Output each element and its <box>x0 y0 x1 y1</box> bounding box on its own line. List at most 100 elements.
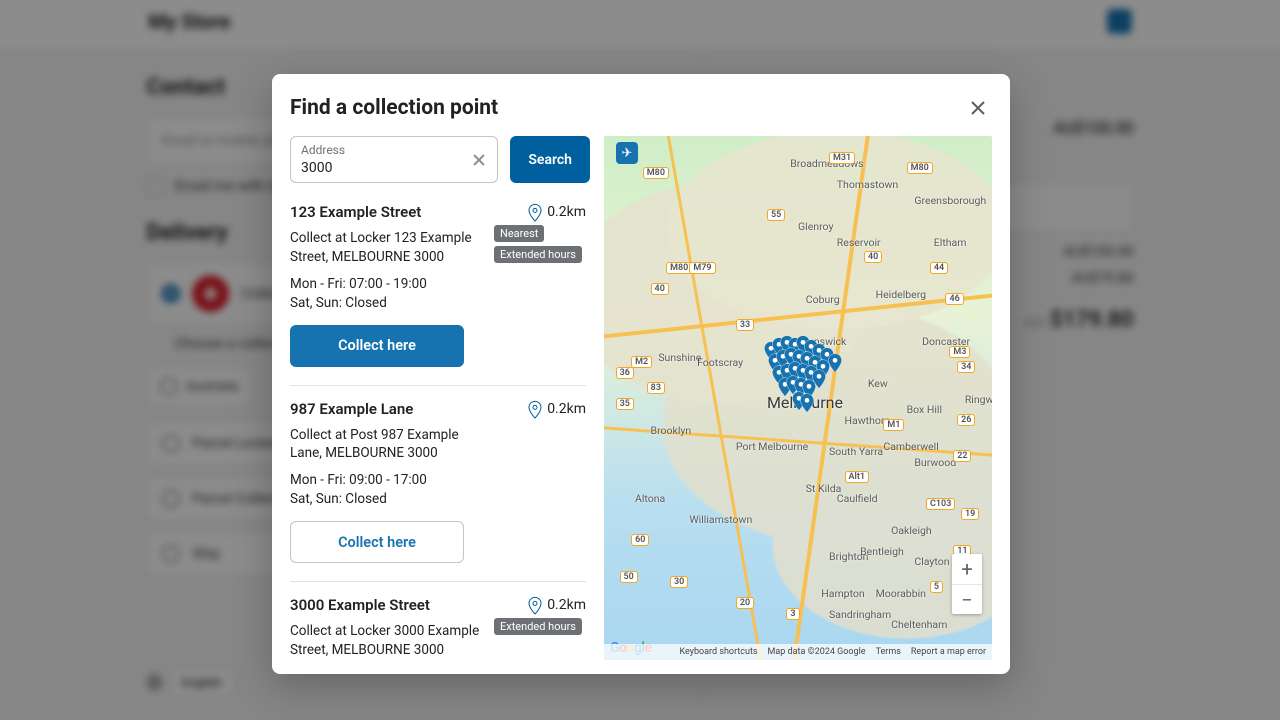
map-place-label: Burwood <box>914 456 956 469</box>
map-place-label: South Yarra <box>829 445 883 458</box>
map-highway-shield: 50 <box>620 571 638 583</box>
map-highway-shield: 20 <box>736 597 754 609</box>
map-highway-shield: 5 <box>930 581 943 593</box>
map-highway-shield: Alt1 <box>845 471 870 483</box>
map-highway-shield: 40 <box>651 283 669 295</box>
address-field[interactable]: Address <box>290 136 498 183</box>
result-hours: Mon - Fri: 07:00 - 19:00Sat, Sun: Closed <box>290 275 484 313</box>
collect-here-button[interactable]: Collect here <box>290 521 464 563</box>
modal-title: Find a collection point <box>290 96 498 120</box>
map-attribution: Map data ©2024 Google <box>768 647 866 657</box>
map-highway-shield: 3 <box>786 608 799 620</box>
map-place-label: Williamstown <box>689 513 752 526</box>
map-place-label: Cheltenham <box>891 618 947 631</box>
map-highway-shield: 35 <box>616 398 634 410</box>
map-highway-shield: M80 <box>643 167 669 179</box>
map-place-label: Sunshine <box>658 351 701 364</box>
address-input[interactable] <box>301 160 463 176</box>
map-place-label: Altona <box>635 492 665 505</box>
map-place-label: Caulfield <box>837 492 878 505</box>
map-place-label: Bentleigh <box>860 545 904 558</box>
result-hours: Mon - Fri: 09:00 - 17:00Sat, Sun: Closed <box>290 471 484 509</box>
map-place-label: Ringwood <box>965 393 992 406</box>
map-highway-shield: 26 <box>957 414 975 426</box>
result-title: 3000 Example Street <box>290 596 430 614</box>
map-highway-shield: 55 <box>767 209 785 221</box>
map-pin-cluster <box>763 335 873 415</box>
map-highway-shield: 22 <box>953 450 971 462</box>
map-highway-shield: 44 <box>930 262 948 274</box>
map-report-link[interactable]: Report a map error <box>911 647 986 657</box>
map-place-label: Reservoir <box>837 236 881 249</box>
map-place-label: Brooklyn <box>651 424 692 437</box>
map-highway-shield: 34 <box>957 361 975 373</box>
result-description: Collect at Post 987 Example Lane, MELBOU… <box>290 426 484 464</box>
map-highway-shield: 83 <box>647 382 665 394</box>
map-highway-shield: M79 <box>689 262 715 274</box>
tag-extended: Extended hours <box>494 246 582 263</box>
map-place-label: Box Hill <box>907 403 942 416</box>
result-item: 987 Example Lane 0.2km Collect at Post 9… <box>290 386 586 583</box>
map-place-label: Camberwell <box>883 440 938 453</box>
map-highway-shield: M1 <box>883 419 904 431</box>
map[interactable]: ✈ BroadmeadowsThomastownGreensboroughGle… <box>604 136 992 660</box>
map-highway-shield: 30 <box>670 576 688 588</box>
map-highway-shield: M80 <box>907 162 933 174</box>
map-place-label: St Kilda <box>806 482 842 495</box>
result-distance: 0.2km <box>527 596 586 614</box>
result-title: 987 Example Lane <box>290 400 413 418</box>
map-highway-shield: 33 <box>736 319 754 331</box>
collect-here-button[interactable]: Collect here <box>290 325 464 367</box>
tag-nearest: Nearest <box>494 225 544 242</box>
close-button[interactable] <box>964 94 992 122</box>
map-highway-shield: M2 <box>631 356 652 368</box>
map-highway-shield: 40 <box>864 251 882 263</box>
map-place-label: Port Melbourne <box>736 440 808 453</box>
map-highway-shield: 19 <box>961 508 979 520</box>
map-place-label: Hampton <box>821 587 864 600</box>
result-distance: 0.2km <box>527 400 586 418</box>
tag-extended: Extended hours <box>494 618 582 635</box>
map-highway-shield: 46 <box>945 293 963 305</box>
map-place-label: Eltham <box>934 236 967 249</box>
map-highway-shield: M31 <box>829 152 855 164</box>
map-terms-link[interactable]: Terms <box>876 647 901 657</box>
search-button[interactable]: Search <box>510 136 590 183</box>
location-pin-icon <box>527 596 543 614</box>
map-place-label: Coburg <box>806 293 840 306</box>
clear-address-button[interactable] <box>469 150 489 170</box>
map-place-label: Moorabbin <box>876 587 926 600</box>
keyboard-shortcuts-link[interactable]: Keyboard shortcuts <box>679 647 757 657</box>
location-pin-icon <box>527 203 543 221</box>
result-item: 3000 Example Street 0.2km Collect at Loc… <box>290 582 586 660</box>
map-highway-shield: M80 <box>666 262 692 274</box>
map-pin-icon[interactable] <box>799 393 815 415</box>
result-description: Collect at Locker 123 Example Street, ME… <box>290 229 484 267</box>
result-item: 123 Example Street 0.2km Collect at Lock… <box>290 199 586 386</box>
location-pin-icon <box>527 400 543 418</box>
collection-point-modal: Find a collection point Address Search 1… <box>272 74 1010 674</box>
results-panel: Address Search 123 Example Street 0.2km … <box>290 136 590 660</box>
map-place-label: Footscray <box>697 356 743 369</box>
map-zoom-control: + − <box>952 554 982 614</box>
map-highway-shield: C103 <box>926 498 955 510</box>
zoom-in-button[interactable]: + <box>952 554 982 584</box>
map-highway-shield: 36 <box>616 367 634 379</box>
address-label: Address <box>301 143 463 157</box>
map-highway-shield: M3 <box>949 346 970 358</box>
map-highway-shield: 60 <box>631 534 649 546</box>
result-title: 123 Example Street <box>290 203 421 221</box>
zoom-out-button[interactable]: − <box>952 584 982 614</box>
map-place-label: Clayton <box>914 555 949 568</box>
map-place-label: Greensborough <box>914 194 986 207</box>
close-icon <box>969 99 987 117</box>
map-footer: Keyboard shortcuts Map data ©2024 Google… <box>604 644 992 660</box>
map-place-label: Sandringham <box>829 608 891 621</box>
close-icon <box>472 153 486 167</box>
results-list[interactable]: 123 Example Street 0.2km Collect at Lock… <box>290 199 590 660</box>
map-place-label: Glenroy <box>798 220 833 233</box>
map-place-label: Oakleigh <box>891 524 932 537</box>
map-place-label: Heidelberg <box>876 288 926 301</box>
result-description: Collect at Locker 3000 Example Street, M… <box>290 622 484 660</box>
map-place-label: Thomastown <box>837 178 898 191</box>
